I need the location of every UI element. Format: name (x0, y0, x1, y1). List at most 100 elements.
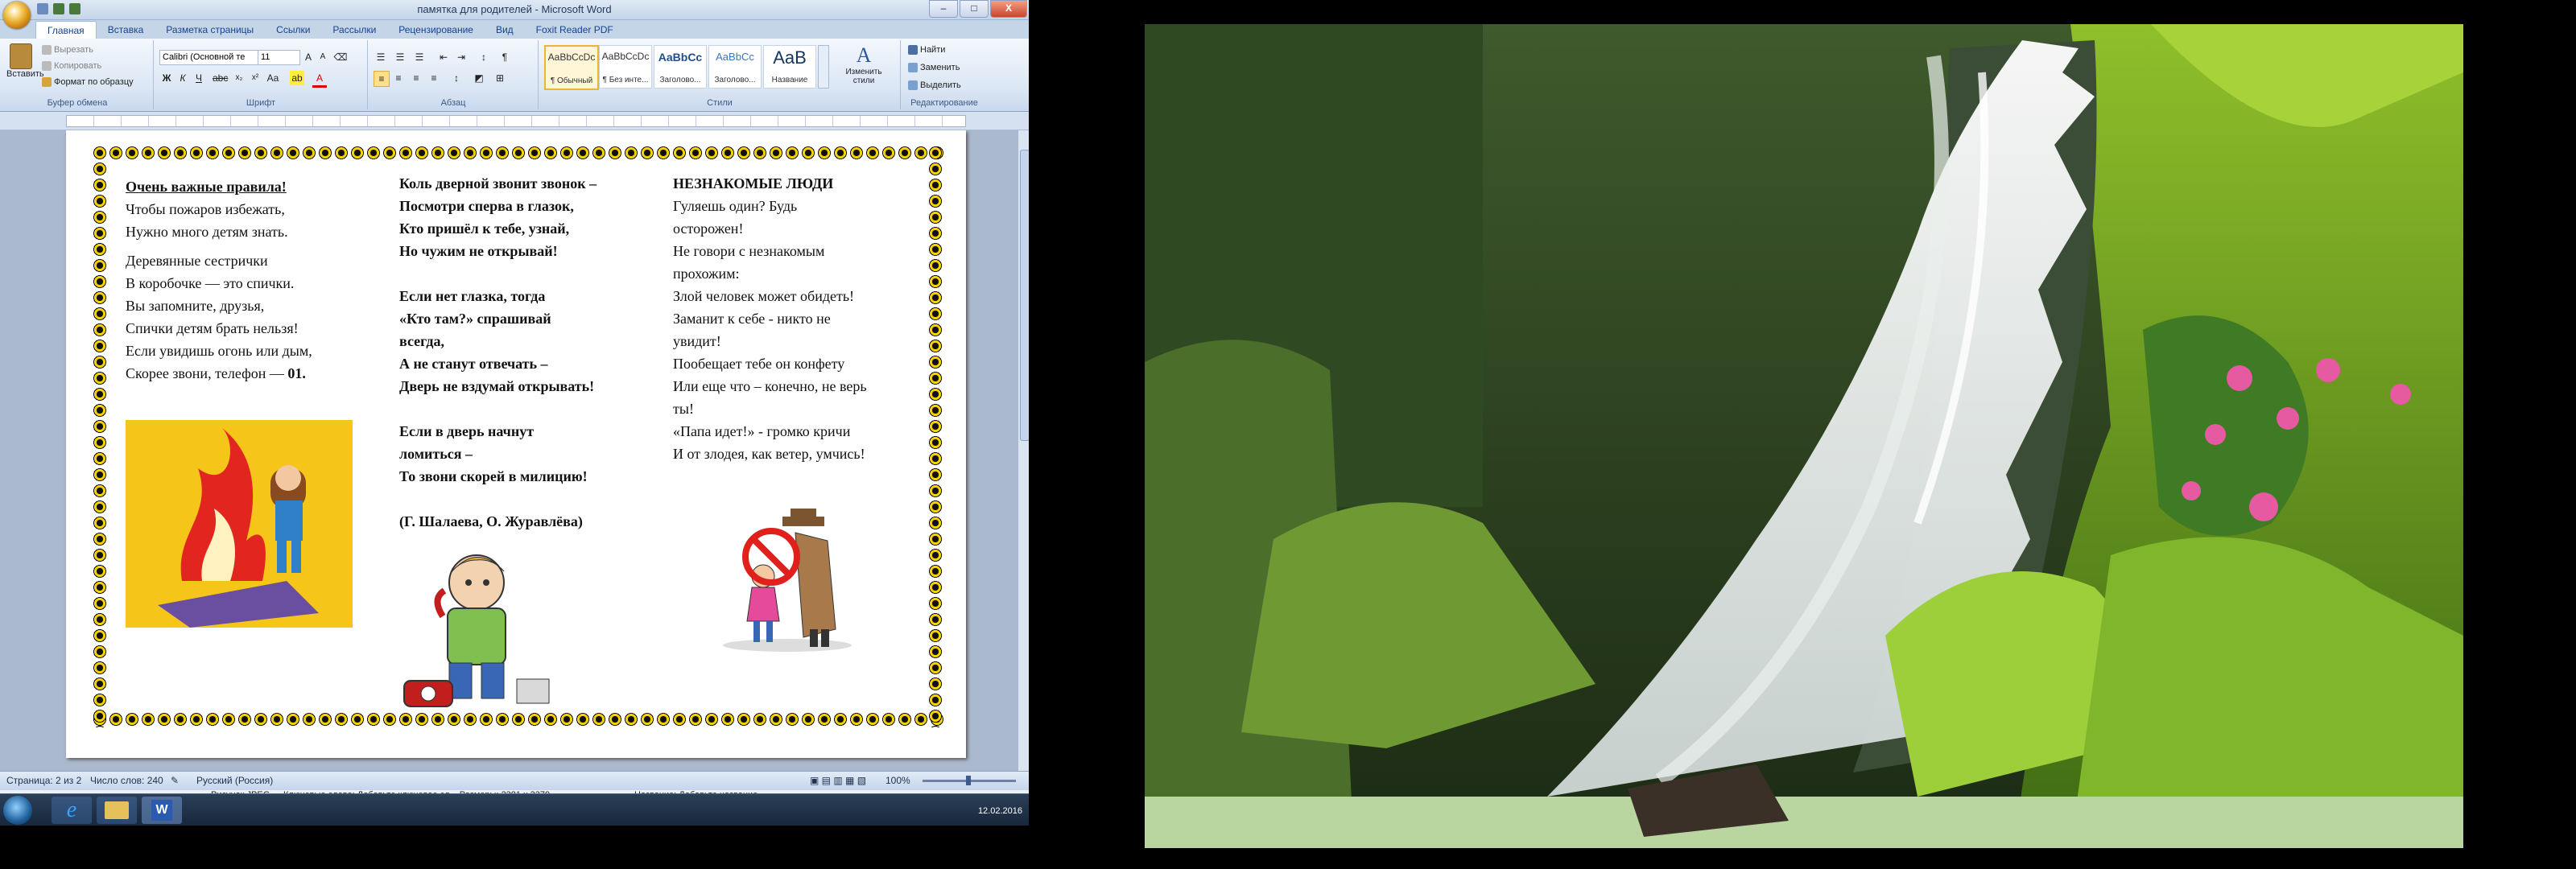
tab-review[interactable]: Рецензирование (387, 21, 485, 39)
page-count[interactable]: Страница: 2 из 2 (6, 775, 81, 786)
zoom-thumb[interactable] (966, 776, 971, 785)
word-count[interactable]: Число слов: 240 (90, 775, 163, 786)
stranger-warning-illustration[interactable] (715, 509, 860, 653)
highlight-icon[interactable]: ab (290, 71, 304, 85)
column-strangers: НЕЗНАКОМЫЕ ЛЮДИ Гуляешь один? Будь остор… (673, 172, 914, 465)
subscript-icon[interactable]: x₂ (232, 71, 246, 85)
italic-icon[interactable]: К (175, 71, 190, 85)
phone-drawing (403, 554, 550, 707)
taskbar: e W 12.02.2016 (0, 793, 1029, 826)
style-no-spacing[interactable]: AaBbCcDc ¶ Без инте... (599, 45, 652, 89)
ribbon: Вставить Вырезать Копировать Формат по о… (0, 39, 1029, 112)
start-button[interactable] (3, 796, 32, 825)
minimize-button[interactable]: – (929, 0, 958, 18)
document-page[interactable]: Очень важные правила! Чтобы пожаров избе… (66, 130, 966, 758)
find-button[interactable]: Найти (908, 45, 945, 56)
clear-format-icon[interactable]: ⌫ (333, 50, 348, 64)
font-size-select[interactable]: 11 (258, 50, 300, 65)
close-button[interactable]: X (990, 0, 1027, 18)
taskbar-explorer-icon[interactable] (97, 797, 137, 824)
taskbar-date: 12.02.2016 (977, 806, 1022, 816)
format-painter-button[interactable]: Формат по образцу (42, 77, 134, 88)
shrink-font-icon[interactable]: A (316, 50, 330, 64)
paste-button[interactable]: Вставить (6, 43, 44, 79)
child-on-phone-illustration[interactable] (396, 542, 557, 711)
taskbar-ie-icon[interactable]: e (52, 797, 92, 824)
change-case-icon[interactable]: Aa (266, 71, 280, 85)
document-area[interactable]: Очень важные правила! Чтобы пожаров избе… (0, 130, 1018, 771)
justify-icon[interactable]: ≡ (427, 71, 441, 85)
style-normal[interactable]: AaBbCcDc ¶ Обычный (544, 45, 599, 90)
copy-button[interactable]: Копировать (42, 61, 101, 72)
vertical-scrollbar[interactable] (1018, 130, 1029, 771)
maximize-button[interactable]: □ (960, 0, 989, 18)
title-bar[interactable]: памятка для родителей - Microsoft Word –… (0, 0, 1029, 20)
zoom-level[interactable]: 100% (886, 775, 910, 786)
editing-group: Найти Заменить Выделить Редактирование (902, 40, 987, 109)
style-heading-2[interactable]: AaBbCc Заголово... (708, 45, 762, 89)
clipboard-group: Вставить Вырезать Копировать Формат по о… (2, 40, 154, 109)
change-styles-button[interactable]: A Изменить стили (834, 43, 894, 85)
replace-button[interactable]: Заменить (908, 63, 960, 73)
text-line: Если увидишь огонь или дым, (126, 343, 312, 359)
strikethrough-icon[interactable]: abc (213, 71, 228, 85)
sort-icon[interactable]: ↕ (477, 50, 491, 64)
style-heading-1[interactable]: AaBbCc Заголово... (654, 45, 707, 89)
text-line: Спички детям брать нельзя! (126, 320, 299, 336)
fire-illustration[interactable] (126, 420, 353, 628)
tab-insert[interactable]: Вставка (97, 21, 155, 39)
font-family-select[interactable]: Calibri (Основной те (159, 50, 258, 65)
styles-group: AaBbCcDc ¶ Обычный AaBbCcDc ¶ Без инте..… (539, 40, 901, 109)
align-left-icon[interactable]: ≡ (374, 71, 390, 87)
style-title[interactable]: AaB Название (763, 45, 816, 89)
tab-foxit[interactable]: Foxit Reader PDF (525, 21, 625, 39)
text-line: Заманит к себе - никто не (673, 311, 831, 327)
numbering-icon[interactable]: ☰ (393, 50, 407, 64)
tab-references[interactable]: Ссылки (265, 21, 321, 39)
tab-mailings[interactable]: Рассылки (321, 21, 387, 39)
decrease-indent-icon[interactable]: ⇤ (436, 50, 451, 64)
horizontal-ruler[interactable] (0, 112, 1029, 130)
office-button[interactable] (3, 2, 31, 29)
scroll-thumb[interactable] (1020, 150, 1029, 441)
spellcheck-icon[interactable]: ✎ (171, 775, 179, 786)
tab-view[interactable]: Вид (485, 21, 525, 39)
tab-home[interactable]: Главная (35, 21, 97, 39)
text-line: Если в дверь начнут (399, 423, 535, 439)
tab-page-layout[interactable]: Разметка страницы (155, 21, 265, 39)
borders-icon[interactable]: ⊞ (493, 71, 507, 85)
text-line: Скорее звони, телефон — 01. (126, 365, 306, 381)
styles-scroll[interactable] (818, 45, 829, 89)
window-title: памятка для родителей - Microsoft Word (417, 3, 612, 15)
bold-icon[interactable]: Ж (159, 71, 174, 85)
line-spacing-icon[interactable]: ↕ (449, 71, 464, 85)
view-buttons[interactable]: ▣ ▤ ▥ ▦ ▧ (810, 775, 866, 786)
ribbon-tabs: Главная Вставка Разметка страницы Ссылки… (35, 21, 625, 39)
text-line: «Кто там?» спрашивай (399, 311, 551, 327)
bullets-icon[interactable]: ☰ (374, 50, 388, 64)
select-button[interactable]: Выделить (908, 80, 961, 91)
text-line: ломиться – (399, 446, 473, 462)
cut-button[interactable]: Вырезать (42, 45, 93, 56)
column-doorbell: Коль дверной звонит звонок – Посмотри сп… (399, 172, 657, 533)
zoom-slider[interactable] (923, 776, 1016, 785)
text-line: То звони скорей в милицию! (399, 468, 588, 484)
pilcrow-icon[interactable]: ¶ (497, 50, 512, 64)
grow-font-icon[interactable]: A (301, 50, 316, 64)
text-line: А не станут отвечать – (399, 356, 548, 372)
language-indicator[interactable]: Русский (Россия) (196, 775, 273, 786)
brush-icon (42, 77, 52, 88)
multilevel-list-icon[interactable]: ☰ (412, 50, 427, 64)
taskbar-word-icon[interactable]: W (142, 797, 182, 824)
align-center-icon[interactable]: ≡ (391, 71, 406, 85)
font-group: Calibri (Основной те 11 A A ⌫ Ж К Ч abc … (155, 40, 368, 109)
underline-icon[interactable]: Ч (192, 71, 206, 85)
waterfall-image (1145, 24, 2463, 848)
increase-indent-icon[interactable]: ⇥ (454, 50, 469, 64)
taskbar-clock[interactable]: 12.02.2016 (978, 796, 1022, 817)
text-line: Коль дверной звонит звонок – (399, 175, 597, 192)
font-color-icon[interactable]: A (312, 71, 327, 88)
superscript-icon[interactable]: x² (248, 71, 262, 85)
align-right-icon[interactable]: ≡ (409, 71, 423, 85)
shading-icon[interactable]: ◩ (472, 71, 486, 85)
